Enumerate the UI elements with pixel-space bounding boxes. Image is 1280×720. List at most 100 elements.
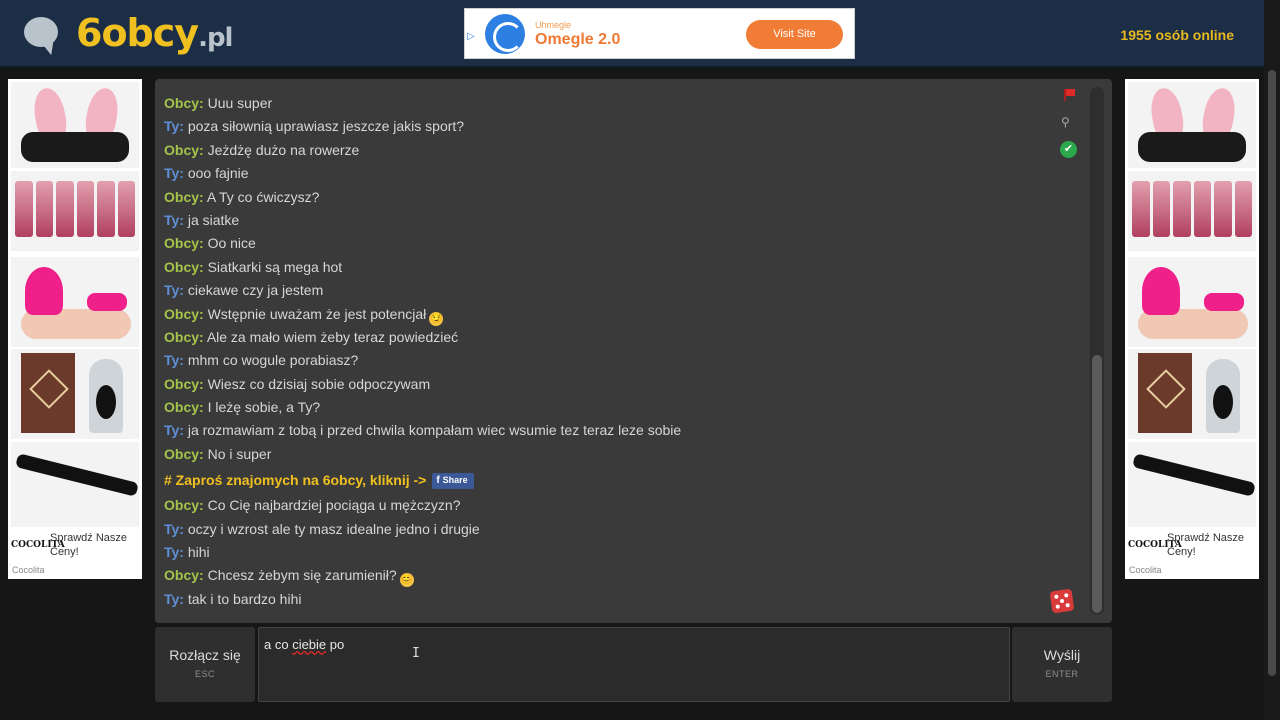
site-logo[interactable]: 6obcy.pl (22, 10, 233, 58)
ad-product-perfume[interactable] (1128, 349, 1256, 439)
sender-label: Obcy: (164, 399, 204, 416)
message-text: mhm co wogule porabiasz? (187, 352, 359, 369)
message-text: No i super (207, 445, 272, 462)
message-text: ja siatke (187, 211, 240, 228)
chat-message: Ty: poza siłownią uprawiasz jeszcze jaki… (164, 116, 1064, 139)
chat-scrollbar-thumb[interactable] (1092, 355, 1102, 613)
ad-visit-site-button[interactable]: Visit Site (746, 20, 843, 49)
message-text: Wiesz co dzisiaj sobie odpoczywam (207, 375, 431, 392)
disconnect-button[interactable]: Rozłącz się ESC (155, 627, 255, 702)
ad-product-perfume[interactable] (11, 349, 139, 439)
magnifier-icon[interactable]: ⚲ (1061, 115, 1075, 129)
sender-label: Obcy: (164, 328, 204, 345)
sender-label: Obcy: (164, 567, 204, 584)
sender-label: Obcy: (164, 497, 204, 514)
message-text: Jeżdżę dużo na rowerze (207, 141, 360, 158)
chat-message: Ty: ja siatke (164, 210, 1064, 233)
ad-source: Cocolita (1129, 565, 1162, 575)
sender-label: Ty: (164, 211, 184, 228)
sender-label: Ty: (164, 544, 184, 561)
ad-title: Omegle 2.0 (535, 31, 621, 48)
top-header: 6obcy.pl ▷ Uhmegle Omegle 2.0 Visit Site… (0, 0, 1280, 68)
message-text: ciekawe czy ja jestem (187, 282, 324, 299)
message-text: I leżę sobie, a Ty? (207, 399, 321, 416)
top-banner-ad[interactable]: ▷ Uhmegle Omegle 2.0 Visit Site (464, 8, 855, 59)
send-hint: ENTER (1045, 669, 1079, 679)
invite-friends-message: # Zaproś znajomych na 6obcy, kliknij -> f… (164, 467, 1064, 495)
message-text: poza siłownią uprawiasz jeszcze jakis sp… (187, 118, 465, 135)
ad-product-lipsticks[interactable] (1128, 171, 1256, 251)
sender-label: Obcy: (164, 445, 204, 462)
ad-source: Cocolita (12, 565, 45, 575)
ad-caption[interactable]: Sprawdź Nasze Ceny! (50, 531, 138, 559)
sender-label: Obcy: (164, 188, 204, 205)
ad-logo-icon (485, 14, 525, 54)
right-side-ad[interactable]: ▷✕ COCOLITA Sprawdź Nasze Ceny! Cocolita (1125, 79, 1259, 579)
message-text: Oo nice (207, 235, 256, 252)
chat-message: Obcy: Siatkarki są mega hot (164, 257, 1064, 280)
adchoices-icon[interactable]: ▷ (467, 31, 475, 42)
sender-label: Obcy: (164, 305, 204, 322)
chat-message: Obcy: Wiesz co dzisiaj sobie odpoczywam (164, 374, 1064, 397)
page-scrollbar-thumb[interactable] (1268, 70, 1276, 676)
message-text: Wstępnie uważam że jest potencjał (207, 305, 427, 322)
chat-message: Obcy: Co Cię najbardziej pociąga u mężcz… (164, 495, 1064, 518)
flag-icon[interactable] (1061, 87, 1075, 101)
message-list: Obcy: Uuu super Ty: poza siłownią uprawi… (164, 93, 1064, 612)
chat-message: Obcy: Oo nice (164, 233, 1064, 256)
sender-label: Ty: (164, 422, 184, 439)
sound-on-icon[interactable]: ✔ (1060, 141, 1077, 158)
ad-product-ear-headband[interactable] (11, 82, 139, 168)
chat-message: Ty: tak i to bardzo hihi (164, 589, 1064, 612)
sender-label: Ty: (164, 590, 184, 607)
ad-subtitle: Uhmegle (535, 20, 572, 30)
ad-product-cups[interactable] (11, 257, 139, 347)
message-text: A Ty co ćwiczysz? (206, 188, 320, 205)
sender-label: Ty: (164, 352, 184, 369)
blush-emoji-icon: 😊 (399, 573, 414, 588)
chat-message: Obcy: Wstępnie uważam że jest potencjał 😏 (164, 304, 1064, 327)
message-text: ja rozmawiam z tobą i przed chwila kompa… (187, 422, 682, 439)
chat-message: Ty: ja rozmawiam z tobą i przed chwila k… (164, 420, 1064, 443)
facebook-icon: f (436, 475, 440, 487)
online-count: 1955 osób online (1120, 27, 1234, 43)
ad-product-ear-headband[interactable] (1128, 82, 1256, 168)
chat-scrollbar[interactable] (1090, 87, 1104, 615)
message-text: ooo fajnie (187, 165, 249, 182)
dice-icon[interactable] (1049, 588, 1075, 614)
message-input[interactable]: a co ciebie po (258, 627, 1010, 702)
message-text: Co Cię najbardziej pociąga u mężczyzn? (207, 497, 461, 514)
chat-message: Ty: ciekawe czy ja jestem (164, 280, 1064, 303)
ad-product-cups[interactable] (1128, 257, 1256, 347)
message-text: hihi (187, 544, 210, 561)
send-button[interactable]: Wyślij ENTER (1012, 627, 1112, 702)
smirk-emoji-icon: 😏 (429, 311, 444, 326)
sender-label: Obcy: (164, 375, 204, 392)
chat-message: Ty: mhm co wogule porabiasz? (164, 350, 1064, 373)
message-text: tak i to bardzo hihi (187, 590, 302, 607)
chat-bubble-icon (22, 15, 61, 58)
facebook-share-button[interactable]: f Share (432, 473, 474, 490)
message-text: Ale za mało wiem żeby teraz powiedzieć (206, 328, 459, 345)
sender-label: Obcy: (164, 95, 204, 111)
chat-message: Obcy: Jeżdżę dużo na rowerze (164, 140, 1064, 163)
disconnect-label: Rozłącz się (169, 647, 241, 663)
sender-label: Obcy: (164, 235, 204, 252)
invite-text[interactable]: # Zaproś znajomych na 6obcy, kliknij -> (164, 472, 426, 488)
sender-label: Ty: (164, 282, 184, 299)
sender-label: Ty: (164, 118, 184, 135)
send-label: Wyślij (1043, 647, 1081, 663)
chat-message: Obcy: I leżę sobie, a Ty? (164, 397, 1064, 420)
sender-label: Obcy: (164, 258, 204, 275)
ad-product-comb[interactable] (1128, 442, 1256, 527)
message-text: Uuu super (207, 95, 273, 111)
left-side-ad[interactable]: ▷✕ COCOLITA Sprawdź Nasze Ceny! Cocolita (8, 79, 142, 579)
ad-caption[interactable]: Sprawdź Nasze Ceny! (1167, 531, 1255, 559)
message-text: Chcesz żebym się zarumienił? (207, 567, 397, 584)
chat-message: Obcy: Uuu super (164, 93, 1064, 116)
ad-product-lipsticks[interactable] (11, 171, 139, 251)
text-cursor-icon: I (412, 646, 420, 661)
page-scrollbar[interactable] (1264, 0, 1280, 720)
sender-label: Ty: (164, 520, 184, 537)
ad-product-comb[interactable] (11, 442, 139, 527)
